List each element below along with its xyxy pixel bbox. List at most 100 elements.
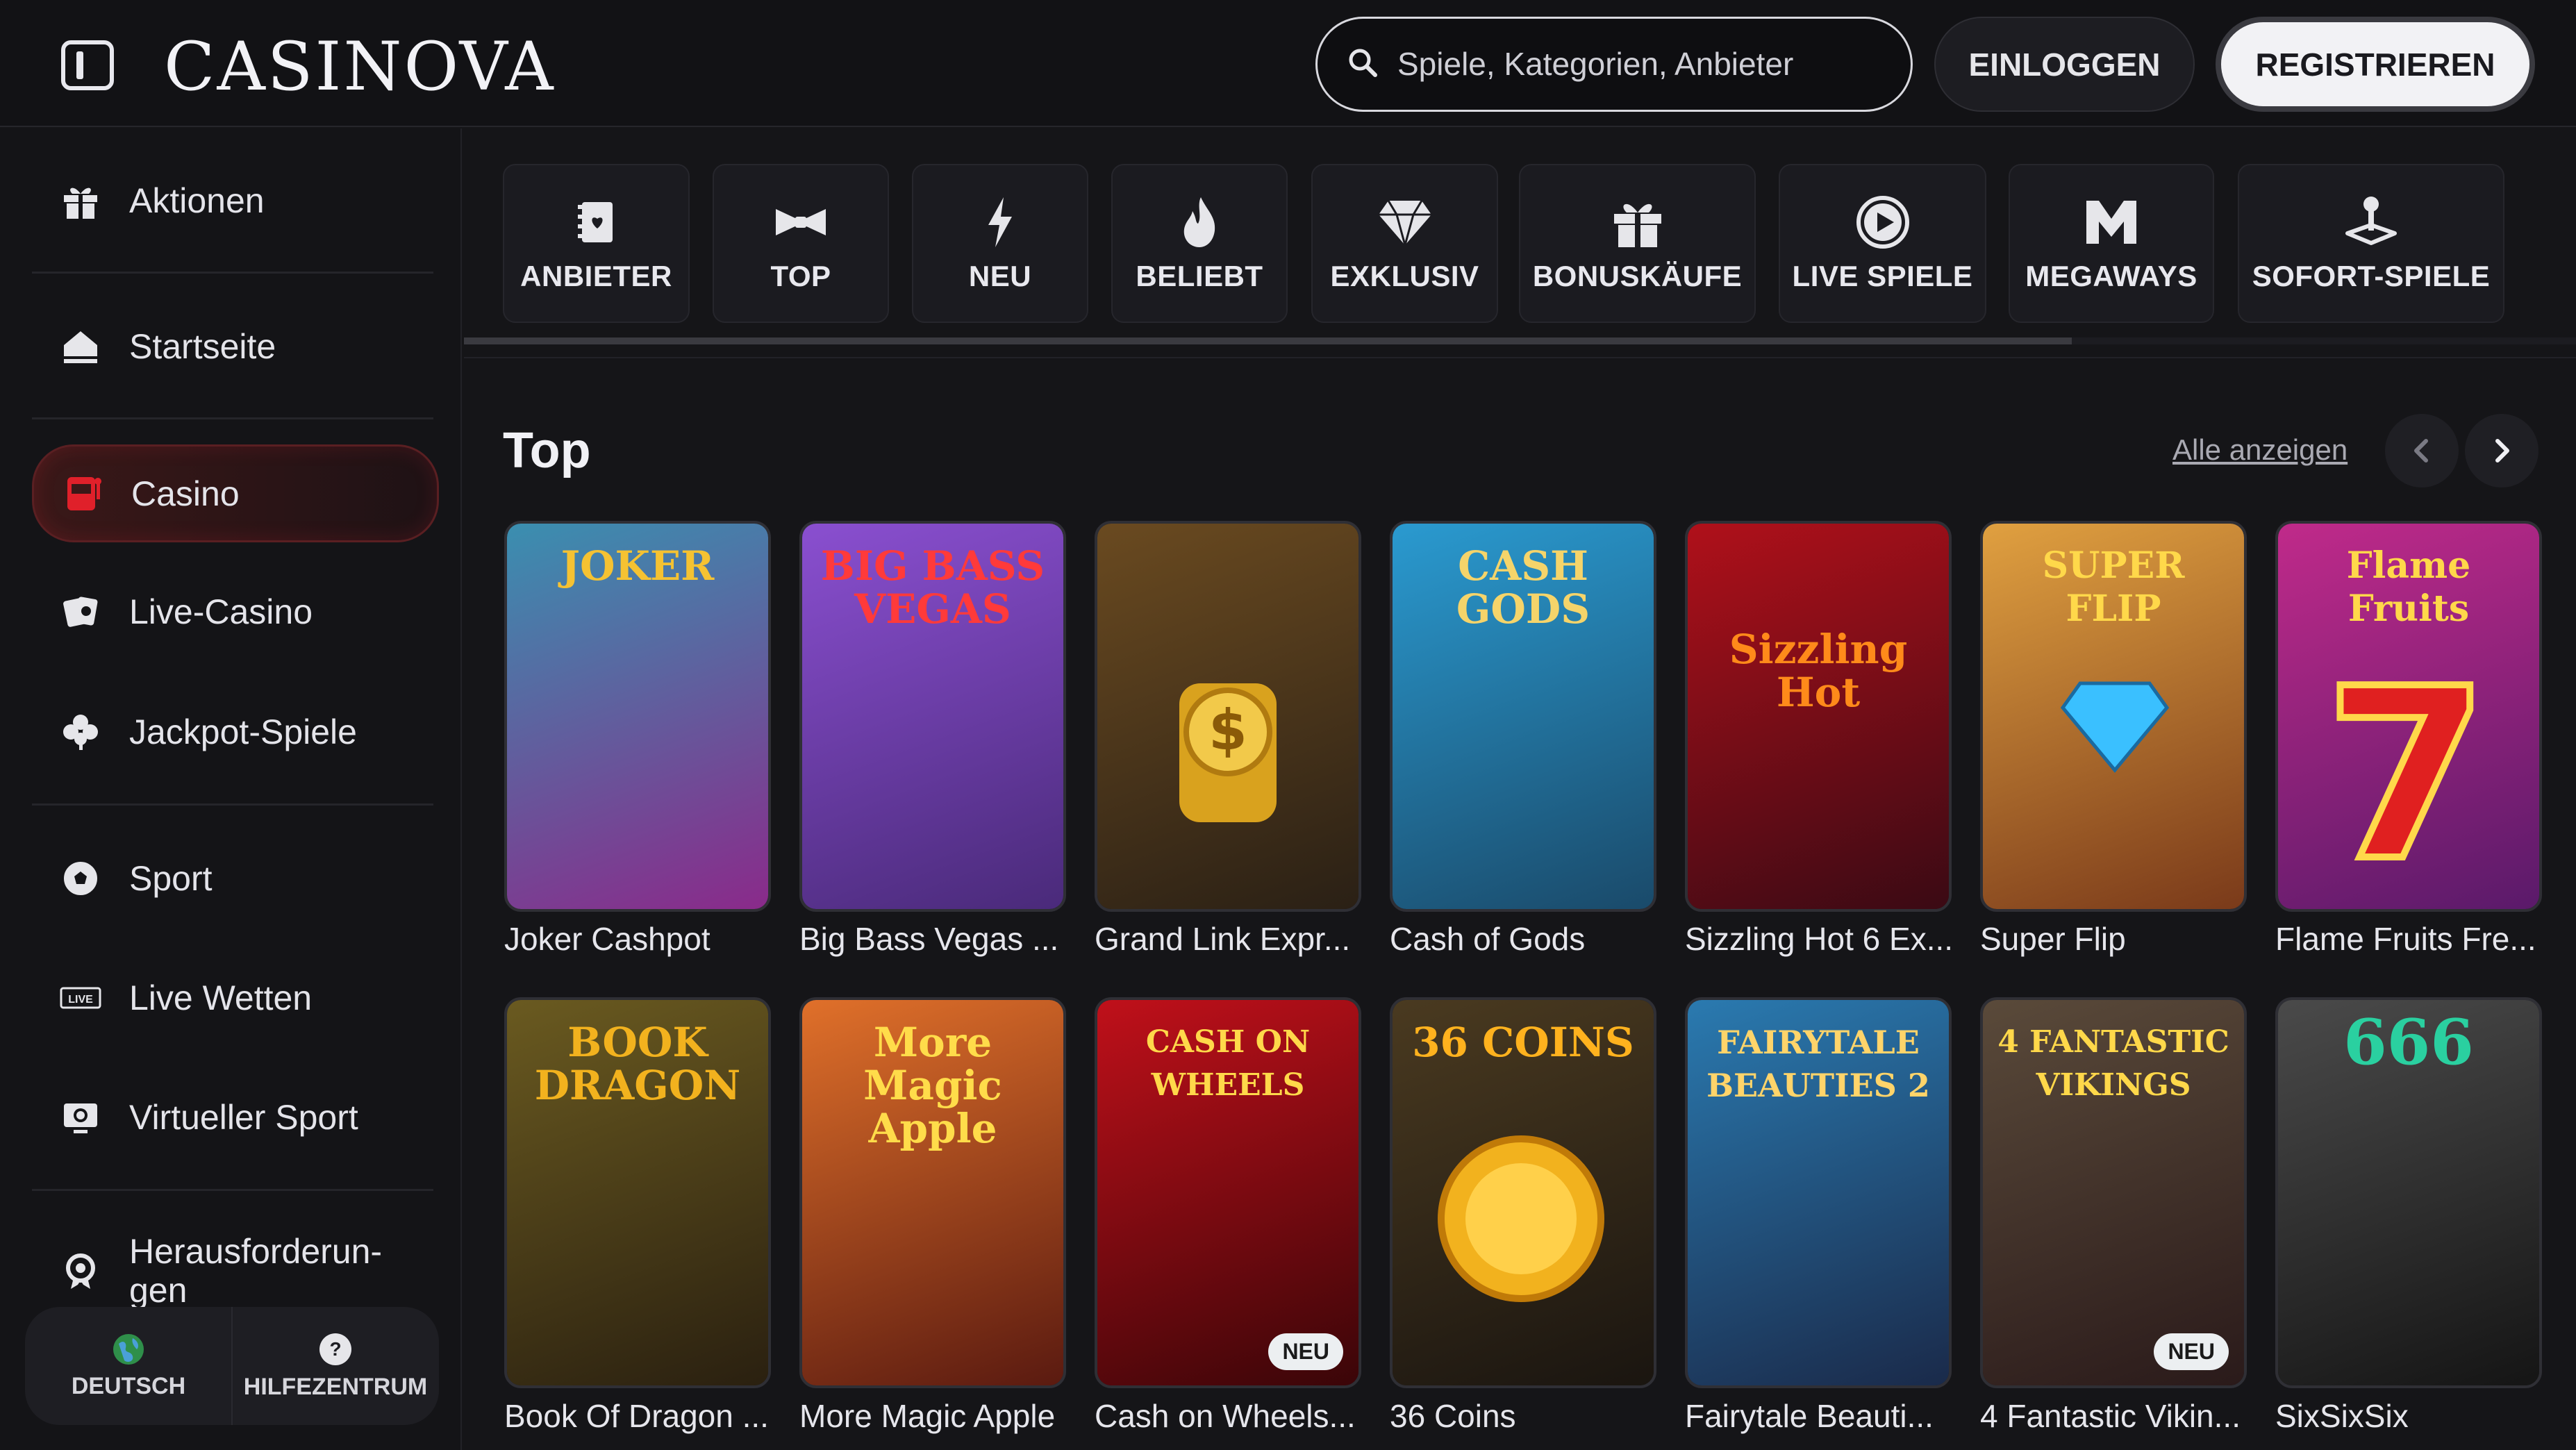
login-button[interactable]: EINLOGGEN <box>1934 17 2195 112</box>
live-icon: LIVE <box>56 973 106 1023</box>
casinova-logo[interactable]: CASINOVA <box>164 32 556 101</box>
divider <box>32 1189 433 1191</box>
gold-coin-icon <box>1438 1135 1604 1302</box>
sidebar-item-virtueller-sport[interactable]: Virtueller Sport <box>32 1076 435 1159</box>
language-button[interactable]: DEUTSCH <box>25 1307 232 1425</box>
svg-text:7: 7 <box>2327 649 2486 878</box>
game-title[interactable]: More Magic Apple <box>799 1397 1055 1435</box>
category-label: SOFORT-SPIELE <box>2252 259 2491 292</box>
sidebar: Aktionen Startseite Casino Live-Casino J… <box>0 128 462 1450</box>
game-art-text: BOOK DRAGON <box>534 1019 741 1109</box>
sidebar-item-label: Virtueller Sport <box>129 1098 358 1137</box>
sidebar-item-live-casino[interactable]: Live-Casino <box>32 570 435 653</box>
help-center-button[interactable]: ? HILFEZENTRUM <box>232 1307 439 1425</box>
game-title[interactable]: Fairytale Beauti... <box>1685 1397 1934 1435</box>
game-card-book-of-dragon[interactable]: BOOK DRAGON <box>504 997 771 1388</box>
sidebar-item-label: Startseite <box>129 327 276 366</box>
game-art-text: 666 <box>2343 1006 2474 1079</box>
sidebar-item-label: Herausforderun- gen <box>129 1232 383 1310</box>
sidebar-item-label: Live-Casino <box>129 592 313 631</box>
game-card-36-coins[interactable]: 36 COINS <box>1390 997 1656 1388</box>
carousel-prev-button[interactable] <box>2385 414 2459 488</box>
home-icon <box>56 322 106 372</box>
help-label: HILFEZENTRUM <box>243 1373 428 1400</box>
sidebar-item-startseite[interactable]: Startseite <box>32 305 435 388</box>
game-card-cash-of-gods[interactable]: CASH GODS <box>1390 521 1656 912</box>
category-megaways[interactable]: MEGAWAYS <box>2009 164 2214 323</box>
game-art-text: SUPER FLIP <box>2042 544 2185 630</box>
game-card-super-flip[interactable]: SUPER FLIP <box>1980 521 2247 912</box>
game-title[interactable]: Joker Cashpot <box>504 920 711 958</box>
megaways-m-icon <box>2084 194 2139 250</box>
medal-icon <box>56 1246 106 1296</box>
category-sofort-spiele[interactable]: SOFORT-SPIELE <box>2238 164 2504 323</box>
help-icon: ? <box>319 1333 351 1365</box>
lightning-icon <box>972 194 1028 250</box>
chevron-left-icon <box>2414 439 2428 462</box>
game-card-fairytale-beauties[interactable]: FAIRYTALE BEAUTIES 2 <box>1685 997 1952 1388</box>
category-label: BONUSKÄUFE <box>1532 259 1743 292</box>
game-card-grand-link-express[interactable]: $ <box>1095 521 1361 912</box>
category-label: ANBIETER <box>520 259 672 292</box>
svg-text:LIVE: LIVE <box>68 994 93 1006</box>
category-live-spiele[interactable]: LIVE SPIELE <box>1779 164 1986 323</box>
category-beliebt[interactable]: BELIEBT <box>1111 164 1288 323</box>
sidebar-item-label: Jackpot-Spiele <box>129 712 357 751</box>
category-label: NEU <box>968 259 1032 292</box>
game-art-text: BIG BASS VEGAS <box>820 542 1045 633</box>
flame-icon <box>1172 194 1227 250</box>
game-card-flame-fruits[interactable]: Flame Fruits 7 <box>2275 521 2542 912</box>
sidebar-item-label: Sport <box>129 859 213 898</box>
language-label: DEUTSCH <box>71 1372 186 1399</box>
game-title[interactable]: Flame Fruits Fre... <box>2275 920 2536 958</box>
game-card-joker-cashpot[interactable]: JOKER <box>504 521 771 912</box>
game-title[interactable]: Cash on Wheels... <box>1095 1397 1356 1435</box>
play-circle-icon <box>1855 194 1911 250</box>
category-exklusiv[interactable]: EXKLUSIV <box>1311 164 1498 323</box>
category-bonuskaeufe[interactable]: BONUSKÄUFE <box>1519 164 1756 323</box>
register-button[interactable]: REGISTRIEREN <box>2216 17 2535 112</box>
game-title[interactable]: Grand Link Expr... <box>1095 920 1350 958</box>
search-input[interactable] <box>1396 36 1882 92</box>
category-scrollbar-thumb[interactable] <box>464 338 2072 344</box>
game-card-sixsixsix[interactable]: 666 <box>2275 997 2542 1388</box>
carousel-next-button[interactable] <box>2465 414 2538 488</box>
sidebar-toggle-icon[interactable] <box>61 40 114 90</box>
sidebar-item-jackpot[interactable]: Jackpot-Spiele <box>32 690 435 774</box>
gold-coin-icon: $ <box>1179 683 1277 822</box>
section-title: Top <box>503 423 591 478</box>
sidebar-item-casino[interactable]: Casino <box>32 444 439 542</box>
game-title[interactable]: Book Of Dragon ... <box>504 1397 769 1435</box>
globe-icon <box>113 1333 144 1365</box>
sidebar-item-label: Casino <box>131 474 240 513</box>
game-title[interactable]: Cash of Gods <box>1390 920 1585 958</box>
game-card-4-fantastic-vikings[interactable]: 4 FANTASTIC VIKINGS NEU <box>1980 997 2247 1388</box>
game-card-cash-on-wheels[interactable]: CASH ON WHEELS NEU <box>1095 997 1361 1388</box>
game-title[interactable]: Sizzling Hot 6 Ex... <box>1685 920 1953 958</box>
category-label: LIVE SPIELE <box>1792 259 1973 292</box>
cards-icon <box>56 587 106 637</box>
game-title[interactable]: 4 Fantastic Vikin... <box>1980 1397 2241 1435</box>
game-art-text: FAIRYTALE BEAUTIES 2 <box>1706 1024 1930 1104</box>
new-badge: NEU <box>1268 1333 1343 1370</box>
game-card-sizzling-hot-6[interactable]: Sizzling Hot <box>1685 521 1952 912</box>
sidebar-item-live-wetten[interactable]: LIVE Live Wetten <box>32 956 435 1040</box>
game-title[interactable]: Big Bass Vegas ... <box>799 920 1058 958</box>
svg-text:?: ? <box>329 1338 341 1360</box>
category-neu[interactable]: NEU <box>912 164 1088 323</box>
game-title[interactable]: SixSixSix <box>2275 1397 2409 1435</box>
sidebar-item-sport[interactable]: Sport <box>32 837 435 920</box>
clover-icon <box>56 707 106 757</box>
divider <box>32 417 433 419</box>
game-card-more-magic-apple[interactable]: More Magic Apple <box>799 997 1066 1388</box>
category-top[interactable]: TOP <box>713 164 889 323</box>
see-all-link[interactable]: Alle anzeigen <box>2172 433 2348 467</box>
provider-book-icon <box>569 194 624 250</box>
category-anbieter[interactable]: ANBIETER <box>503 164 690 323</box>
game-art-text: 4 FANTASTIC VIKINGS <box>1997 1024 2229 1103</box>
game-title[interactable]: 36 Coins <box>1390 1397 1516 1435</box>
game-card-big-bass-vegas[interactable]: BIG BASS VEGAS <box>799 521 1066 912</box>
game-title[interactable]: Super Flip <box>1980 920 2126 958</box>
game-art-text: JOKER <box>560 542 715 590</box>
sidebar-item-aktionen[interactable]: Aktionen <box>32 159 435 242</box>
